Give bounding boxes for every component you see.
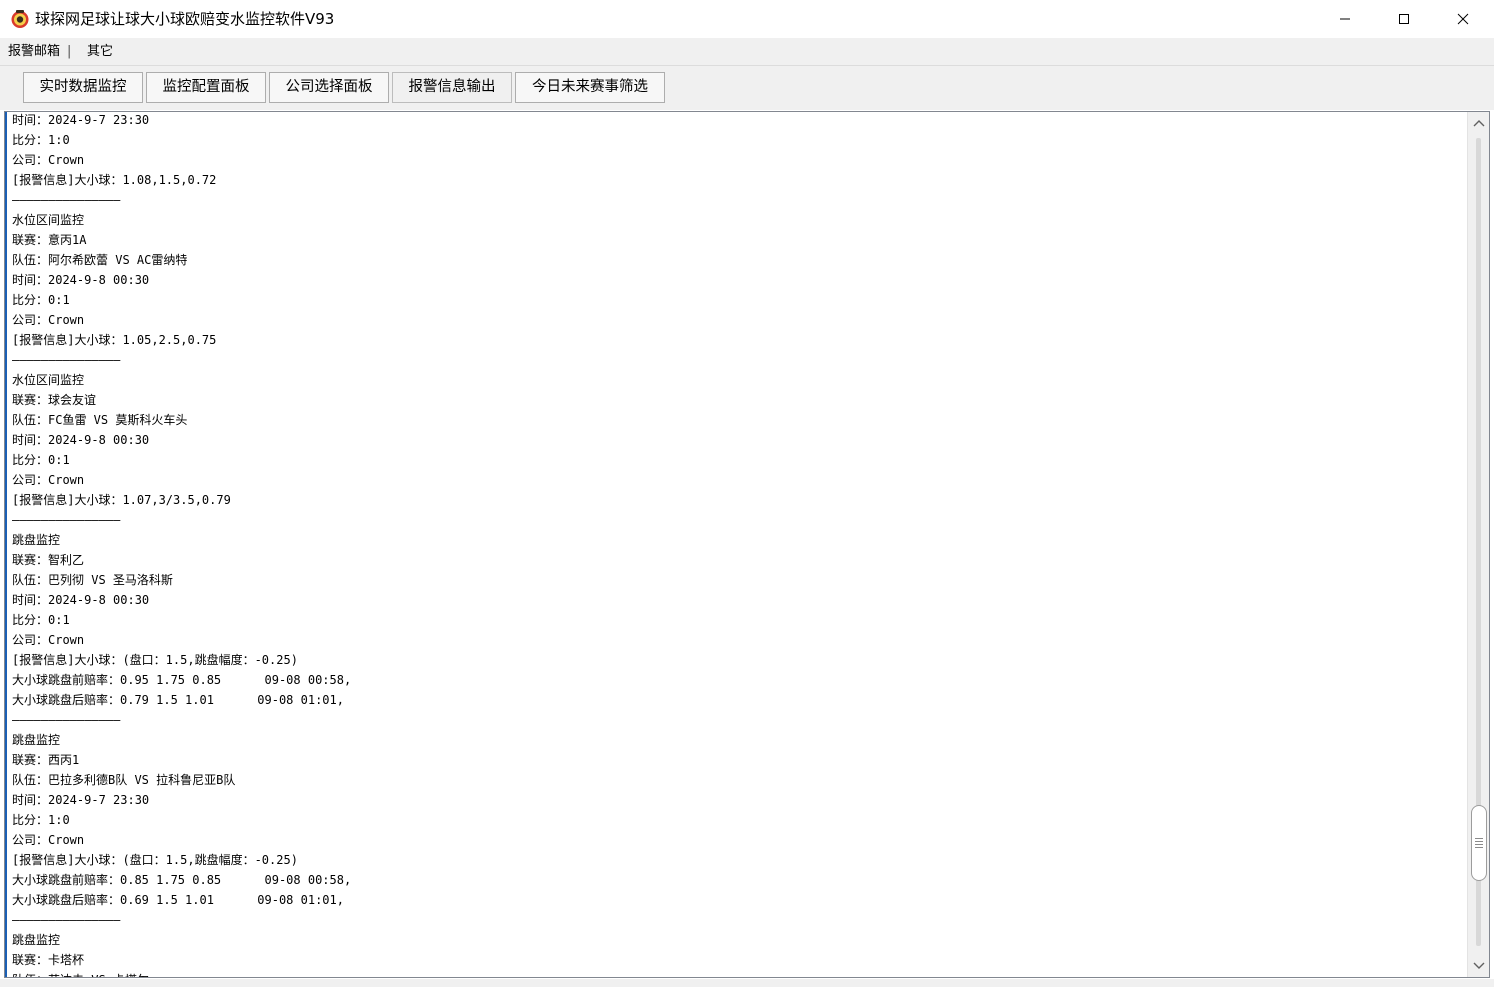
tab-realtime-monitor[interactable]: 实时数据监控 <box>23 72 143 103</box>
log-line: 时间：2024-9-7 23:30 <box>12 113 150 127</box>
maximize-icon <box>1399 14 1409 24</box>
log-line: [报警信息]大小球：1.05,2.5,0.75 <box>12 333 217 347</box>
log-line: 大小球跳盘后赔率：0.79 1.5 1.01 09-08 01:01, <box>12 693 344 707</box>
log-line: 队伍：巴拉多利德B队 VS 拉科鲁尼亚B队 <box>12 773 236 787</box>
log-line: 时间：2024-9-8 00:30 <box>12 433 150 447</box>
maximize-button[interactable] <box>1375 0 1433 38</box>
minimize-icon <box>1340 18 1350 20</box>
log-line: 跳盘监控 <box>12 933 61 947</box>
grip-icon <box>1475 838 1483 848</box>
minimize-button[interactable] <box>1316 0 1374 38</box>
log-line: 大小球跳盘前赔率：0.85 1.75 0.85 09-08 00:58, <box>12 873 352 887</box>
tab-company-select[interactable]: 公司选择面板 <box>269 72 389 103</box>
menu-other[interactable]: 其它 <box>87 44 113 60</box>
log-line: [报警信息]大小球：1.07,3/3.5,0.79 <box>12 493 231 507</box>
alarm-output-textarea[interactable]: 时间：2024-9-7 23:30 比分：1:0 公司：Crown [报警信息]大小球… <box>4 111 1490 978</box>
log-line: 公司：Crown <box>12 633 85 647</box>
chevron-down-icon <box>1473 962 1485 969</box>
log-line: 公司：Crown <box>12 153 85 167</box>
log-line: 联赛：智利乙 <box>12 553 85 567</box>
vertical-scrollbar[interactable] <box>1467 112 1489 977</box>
menu-bar: 报警邮箱 | 其它 <box>0 38 1494 66</box>
close-button[interactable] <box>1434 0 1492 38</box>
log-line: 时间：2024-9-8 00:30 <box>12 273 150 287</box>
log-line: 时间：2024-9-7 23:30 <box>12 793 150 807</box>
app-logo-icon <box>11 10 29 28</box>
log-line: 联赛：意丙1A <box>12 233 87 247</box>
log-line: 队伍：巴列彻 VS 圣马洛科斯 <box>12 573 173 587</box>
scroll-up-button[interactable] <box>1468 112 1489 134</box>
log-line: ——————————————— <box>12 913 121 927</box>
chevron-up-icon <box>1473 120 1485 127</box>
output-left-rule <box>5 112 7 977</box>
log-line: ——————————————— <box>12 193 121 207</box>
log-line: 比分：1:0 <box>12 133 70 147</box>
tab-toolbar: 实时数据监控 监控配置面板 公司选择面板 报警信息输出 今日未来赛事筛选 <box>0 66 1494 110</box>
log-line: 比分：1:0 <box>12 813 70 827</box>
log-line: ——————————————— <box>12 713 121 727</box>
log-line: 联赛：球会友谊 <box>12 393 97 407</box>
log-line: 水位区间监控 <box>12 213 85 227</box>
log-line: 跳盘监控 <box>12 733 61 747</box>
log-line: 比分：0:1 <box>12 453 70 467</box>
log-line: 队伍：艾达夫 VS 卡塔尔 <box>12 970 1452 977</box>
log-line: 大小球跳盘后赔率：0.69 1.5 1.01 09-08 01:01, <box>12 893 344 907</box>
tab-today-future-filter[interactable]: 今日未来赛事筛选 <box>515 72 665 103</box>
log-line: 公司：Crown <box>12 473 85 487</box>
scroll-down-button[interactable] <box>1468 955 1489 977</box>
log-line: [报警信息]大小球：(盘口：1.5,跳盘幅度：-0.25) <box>12 653 298 667</box>
log-line: [报警信息]大小球：(盘口：1.5,跳盘幅度：-0.25) <box>12 853 298 867</box>
log-line: 水位区间监控 <box>12 373 85 387</box>
log-line: 大小球跳盘前赔率：0.95 1.75 0.85 09-08 00:58, <box>12 673 352 687</box>
window-title: 球探网足球让球大小球欧赔变水监控软件V93 <box>35 10 335 28</box>
log-line: [报警信息]大小球：1.08,1.5,0.72 <box>12 173 217 187</box>
log-line: 比分：0:1 <box>12 613 70 627</box>
tab-alarm-output[interactable]: 报警信息输出 <box>392 72 512 103</box>
log-line: 公司：Crown <box>12 833 85 847</box>
menu-separator: | <box>67 44 72 59</box>
scroll-thumb[interactable] <box>1471 805 1487 881</box>
log-line: 比分：0:1 <box>12 293 70 307</box>
log-line: 时间：2024-9-8 00:30 <box>12 593 150 607</box>
log-line: ——————————————— <box>12 513 121 527</box>
close-icon <box>1457 13 1469 25</box>
log-line: 联赛：西丙1 <box>12 753 80 767</box>
log-line: 队伍：阿尔希欧蕾 VS AC雷纳特 <box>12 253 188 267</box>
menu-alarm-email[interactable]: 报警邮箱 <box>8 44 60 60</box>
title-bar[interactable]: 球探网足球让球大小球欧赔变水监控软件V93 <box>0 0 1494 38</box>
tab-monitor-config[interactable]: 监控配置面板 <box>146 72 266 103</box>
log-line: 跳盘监控 <box>12 533 61 547</box>
log-line: 公司：Crown <box>12 313 85 327</box>
log-lines: 时间：2024-9-7 23:30 比分：1:0 公司：Crown [报警信息]大小球… <box>12 112 1452 977</box>
status-bar <box>0 979 1494 987</box>
log-line: ——————————————— <box>12 353 121 367</box>
log-line: 队伍：FC鱼雷 VS 莫斯科火车头 <box>12 413 188 427</box>
log-line: 联赛：卡塔杯 <box>12 953 85 967</box>
